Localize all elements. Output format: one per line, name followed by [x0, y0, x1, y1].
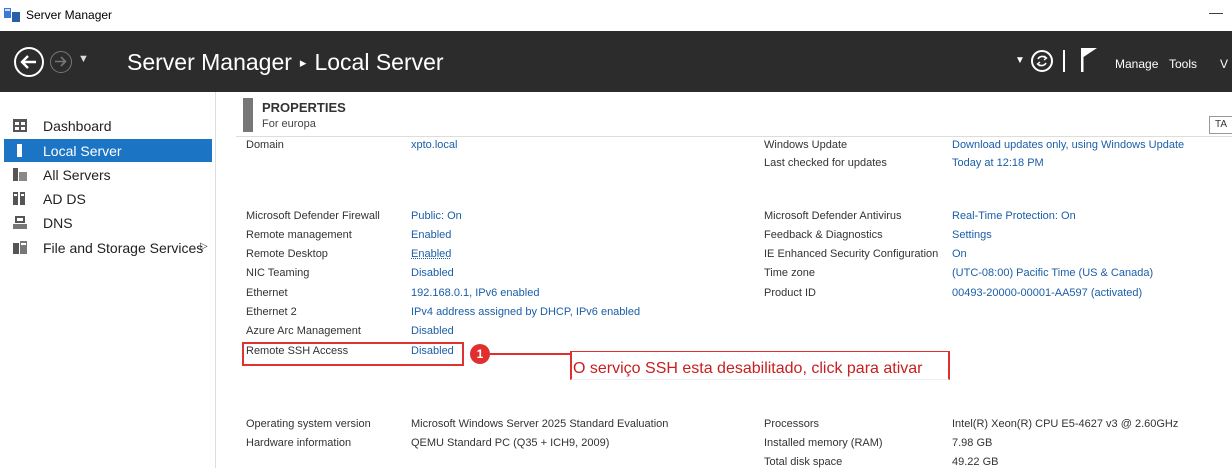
prop-label-disk-space: Total disk space: [764, 456, 842, 468]
minimize-button[interactable]: —: [1206, 2, 1226, 22]
tasks-button[interactable]: TA: [1209, 116, 1232, 134]
step-badge: 1: [470, 344, 490, 364]
notifications-flag-icon[interactable]: [1080, 47, 1098, 73]
prop-label-ethernet-2: Ethernet 2: [246, 306, 297, 318]
prop-value-ethernet-2[interactable]: IPv4 address assigned by DHCP, IPv6 enab…: [411, 306, 640, 318]
prop-label-defender-antivirus: Microsoft Defender Antivirus: [764, 210, 902, 222]
breadcrumb-separator: ▸: [300, 55, 307, 70]
prop-value-domain[interactable]: xpto.local: [411, 139, 457, 151]
sidebar-item-label: DNS: [43, 215, 73, 231]
title-bar: Server Manager —: [0, 0, 1232, 31]
header-bar: ▼ Server Manager ▸ Local Server ▼ Manage T…: [0, 31, 1232, 92]
prop-label-azure-arc: Azure Arc Management: [246, 325, 361, 337]
prop-value-memory: 7.98 GB: [952, 437, 992, 449]
prop-value-time-zone[interactable]: (UTC-08:00) Pacific Time (US & Canada): [952, 267, 1153, 279]
prop-value-feedback[interactable]: Settings: [952, 229, 992, 241]
prop-label-ie-esc: IE Enhanced Security Configuration: [764, 248, 938, 260]
arrow-left-icon: [16, 49, 42, 75]
sidebar-item-dashboard[interactable]: Dashboard: [4, 114, 212, 137]
menu-view[interactable]: V: [1220, 57, 1228, 71]
properties-divider: [236, 136, 1232, 137]
properties-title: PROPERTIES: [262, 100, 346, 115]
header-divider: [1063, 50, 1065, 72]
prop-label-os-version: Operating system version: [246, 418, 371, 430]
sidebar-item-file-storage[interactable]: File and Storage Services ▷: [4, 236, 212, 259]
refresh-dropdown-icon[interactable]: ▼: [1015, 55, 1025, 66]
window-title: Server Manager: [26, 8, 112, 22]
history-dropdown-icon[interactable]: ▼: [78, 53, 89, 65]
prop-value-nic-teaming[interactable]: Disabled: [411, 267, 454, 279]
properties-subtitle: For europa: [262, 118, 316, 130]
refresh-icon: [1033, 52, 1051, 70]
prop-label-hardware: Hardware information: [246, 437, 351, 449]
sidebar-item-ad-ds[interactable]: AD DS: [4, 187, 212, 210]
prop-label-last-checked: Last checked for updates: [764, 157, 887, 169]
callout-text: O serviço SSH esta desabilitado, click p…: [573, 360, 922, 378]
prop-value-remote-desktop[interactable]: Enabled: [411, 248, 451, 260]
prop-value-azure-arc[interactable]: Disabled: [411, 325, 454, 337]
prop-value-ethernet[interactable]: 192.168.0.1, IPv6 enabled: [411, 287, 539, 299]
prop-value-ie-esc[interactable]: On: [952, 248, 967, 260]
prop-value-disk-space: 49.22 GB: [952, 456, 998, 468]
prop-value-product-id[interactable]: 00493-20000-00001-AA597 (activated): [952, 287, 1142, 299]
sidebar-item-local-server[interactable]: Local Server: [4, 139, 212, 162]
sidebar-item-label: File and Storage Services: [43, 240, 203, 256]
forward-button[interactable]: [50, 51, 72, 73]
prop-value-processors: Intel(R) Xeon(R) CPU E5-4627 v3 @ 2.60GH…: [952, 418, 1178, 430]
callout-connector: [490, 353, 570, 355]
dashboard-icon: [13, 119, 27, 132]
breadcrumb-page: Local Server: [314, 49, 443, 75]
breadcrumb-app[interactable]: Server Manager: [127, 49, 292, 75]
prop-label-firewall: Microsoft Defender Firewall: [246, 210, 380, 222]
prop-label-time-zone: Time zone: [764, 267, 815, 279]
refresh-button[interactable]: [1031, 50, 1053, 72]
sidebar: Dashboard Local Server All Servers AD DS…: [0, 92, 216, 468]
prop-label-memory: Installed memory (RAM): [764, 437, 883, 449]
prop-value-os-version: Microsoft Windows Server 2025 Standard E…: [411, 418, 668, 430]
properties-panel: PROPERTIES For europa TA Domain xpto.loc…: [216, 92, 1232, 468]
back-button[interactable]: [14, 47, 44, 77]
prop-value-last-checked[interactable]: Today at 12:18 PM: [952, 157, 1044, 169]
all-servers-icon: [13, 168, 27, 181]
ad-ds-icon: [13, 192, 27, 205]
prop-value-windows-update[interactable]: Download updates only, using Windows Upd…: [952, 139, 1184, 151]
sidebar-item-label: AD DS: [43, 191, 86, 207]
prop-label-remote-desktop: Remote Desktop: [246, 248, 328, 260]
dns-icon: [13, 216, 27, 229]
sidebar-item-label: All Servers: [43, 167, 111, 183]
prop-label-product-id: Product ID: [764, 287, 816, 299]
sidebar-item-label: Local Server: [43, 143, 122, 159]
prop-label-feedback: Feedback & Diagnostics: [764, 229, 883, 241]
expand-arrow-icon[interactable]: ▷: [200, 241, 208, 252]
prop-label-remote-management: Remote management: [246, 229, 352, 241]
prop-label-processors: Processors: [764, 418, 819, 430]
local-server-icon: [13, 144, 27, 157]
server-manager-icon: [4, 8, 20, 22]
prop-label-ethernet: Ethernet: [246, 287, 288, 299]
sidebar-item-dns[interactable]: DNS: [4, 211, 212, 234]
menu-tools[interactable]: Tools: [1169, 57, 1197, 71]
prop-value-remote-management[interactable]: Enabled: [411, 229, 451, 241]
arrow-right-icon: [51, 52, 70, 71]
sidebar-item-label: Dashboard: [43, 118, 112, 134]
prop-label-nic-teaming: NIC Teaming: [246, 267, 309, 279]
ssh-highlight-box: [242, 342, 464, 366]
sidebar-item-all-servers[interactable]: All Servers: [4, 163, 212, 186]
breadcrumb: Server Manager ▸ Local Server: [127, 49, 444, 76]
prop-label-domain: Domain: [246, 139, 284, 151]
properties-tile-icon: [243, 98, 253, 132]
storage-icon: [13, 241, 27, 254]
menu-manage[interactable]: Manage: [1115, 57, 1158, 71]
prop-value-hardware: QEMU Standard PC (Q35 + ICH9, 2009): [411, 437, 609, 449]
prop-value-defender-antivirus[interactable]: Real-Time Protection: On: [952, 210, 1076, 222]
prop-value-firewall[interactable]: Public: On: [411, 210, 462, 222]
prop-label-windows-update: Windows Update: [764, 139, 847, 151]
